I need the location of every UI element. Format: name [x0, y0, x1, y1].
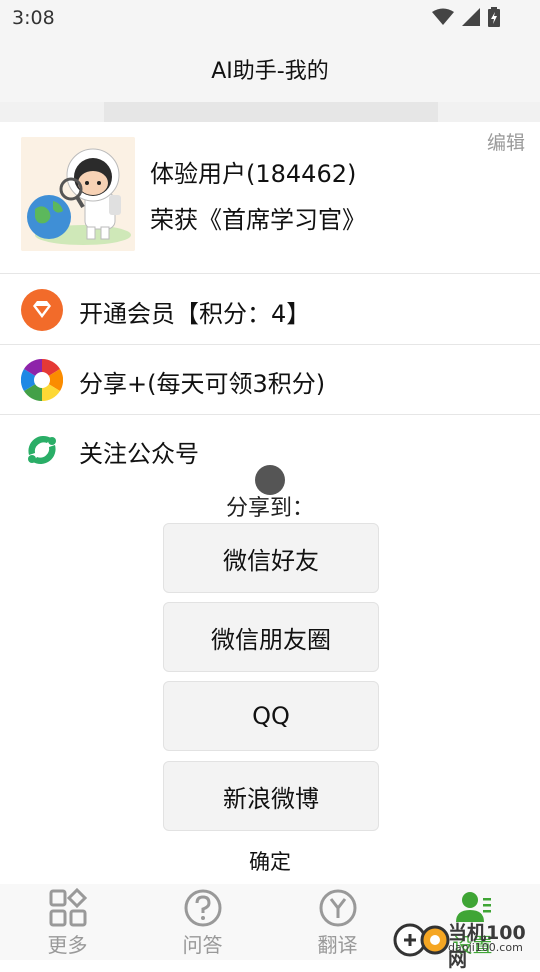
status-bar: 3:08	[0, 0, 540, 36]
menu-item-share[interactable]: 分享+(每天可领3积分)	[0, 345, 540, 415]
tab-more[interactable]: 更多	[0, 884, 135, 960]
grid-icon	[49, 888, 88, 927]
aperture-icon	[21, 359, 63, 401]
username: 体验用户(184462)	[150, 160, 357, 188]
share-qq-button[interactable]: QQ	[163, 681, 379, 751]
wechat-official-icon	[28, 435, 56, 465]
menu-label: 关注公众号	[79, 440, 199, 468]
title-bar: AI助手-我的	[0, 36, 540, 102]
menu-item-membership[interactable]: 开通会员【积分：4】	[0, 275, 540, 345]
tab-label: 问答	[182, 933, 223, 957]
honor-title: 荣获《首席学习官》	[150, 206, 366, 234]
menu-label: 开通会员【积分：4】	[79, 300, 311, 328]
watermark-logo-icon	[393, 923, 450, 957]
wifi-icon	[432, 8, 454, 25]
share-wechat-moments-button[interactable]: 微信朋友圈	[163, 602, 379, 672]
status-time: 3:08	[12, 7, 55, 29]
profile-card: 体验用户(184462) 荣获《首席学习官》 编辑	[0, 122, 540, 274]
page-title: AI助手-我的	[211, 59, 329, 84]
astronaut-avatar-illustration	[21, 137, 135, 251]
question-icon	[184, 889, 222, 927]
tab-label: 翻译	[317, 933, 358, 957]
share-dialog-title: 分享到：	[225, 496, 314, 521]
cellular-icon	[462, 8, 480, 26]
tab-label: 更多	[47, 933, 88, 957]
watermark: 当机100网 danji100.com	[392, 918, 540, 971]
diamond-icon	[21, 289, 63, 331]
share-weibo-button[interactable]: 新浪微博	[163, 761, 379, 831]
watermark-subtext: danji100.com	[448, 941, 523, 954]
battery-icon	[488, 7, 500, 27]
share-wechat-friend-button[interactable]: 微信好友	[163, 523, 379, 593]
edit-profile-button[interactable]: 编辑	[487, 128, 525, 155]
confirm-button[interactable]: 确定	[0, 846, 540, 876]
avatar[interactable]	[21, 137, 135, 251]
tab-translate[interactable]: 翻译	[270, 884, 405, 960]
status-icons	[432, 7, 500, 27]
translate-icon	[319, 889, 357, 927]
menu-label: 分享+(每天可领3积分)	[79, 370, 326, 398]
header-divider	[0, 102, 540, 122]
tab-qa[interactable]: 问答	[135, 884, 270, 960]
